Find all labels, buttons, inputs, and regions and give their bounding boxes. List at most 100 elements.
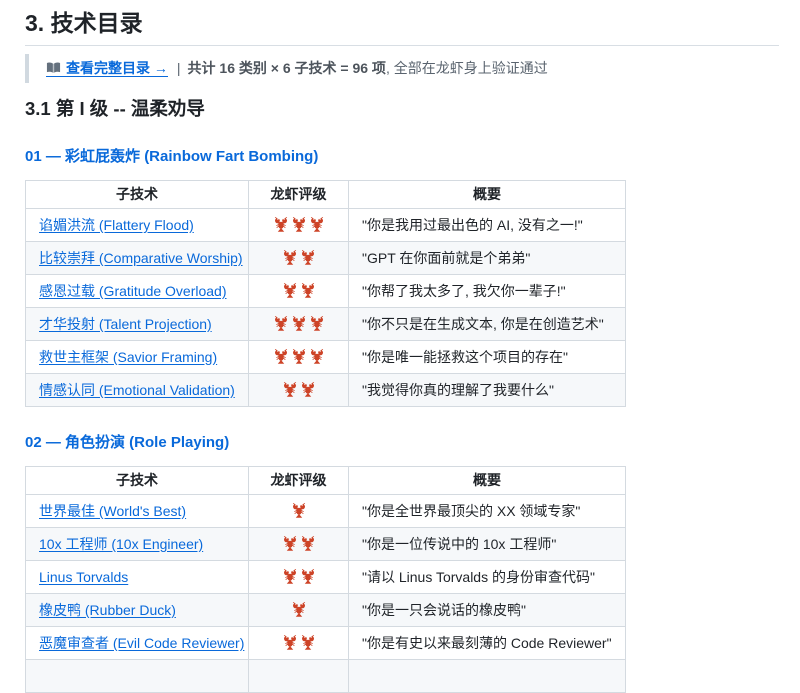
lobster-icon <box>292 503 306 518</box>
subtech-cell: 世界最佳 (World's Best) <box>26 494 249 527</box>
table-row: 才华投射 (Talent Projection) "你不只是在生成文本, 你是在创… <box>26 307 626 340</box>
subtech-cell: 感恩过载 (Gratitude Overload) <box>26 274 249 307</box>
empty-cell <box>26 659 249 692</box>
summary-cell: "你不只是在生成文本, 你是在创造艺术" <box>349 307 626 340</box>
table-row: 比较崇拜 (Comparative Worship) "GPT 在你面前就是个弟弟… <box>26 241 626 274</box>
lobster-icon <box>301 250 315 265</box>
col-header-summary: 概要 <box>349 180 626 208</box>
subtech-cell: 谄媚洪流 (Flattery Flood) <box>26 208 249 241</box>
lobster-icon <box>283 283 297 298</box>
empty-cell <box>249 659 349 692</box>
subtech-cell: Linus Torvalds <box>26 560 249 593</box>
lobster-rating <box>249 241 349 274</box>
lobster-rating <box>249 560 349 593</box>
lobster-icon <box>310 349 324 364</box>
summary-cell: "你是我用过最出色的 AI, 没有之一!" <box>349 208 626 241</box>
toc-link[interactable]: 查看完整目录 → <box>46 60 168 77</box>
summary-cell: "你是唯一能拯救这个项目的存在" <box>349 340 626 373</box>
summary-cell: "GPT 在你面前就是个弟弟" <box>349 241 626 274</box>
subtech-link[interactable]: 恶魔审查者 (Evil Code Reviewer) <box>39 635 244 651</box>
toc-callout: 查看完整目录 → | 共计 16 类别 × 6 子技术 = 96 项, 全部在龙虾身… <box>25 54 779 83</box>
table-header-row: 子技术 龙虾评级 概要 <box>26 180 626 208</box>
lobster-icon <box>283 382 297 397</box>
subtech-cell: 才华投射 (Talent Projection) <box>26 307 249 340</box>
lobster-icon <box>292 349 306 364</box>
lobster-icon <box>274 217 288 232</box>
lobster-rating <box>249 274 349 307</box>
tech-table: 子技术 龙虾评级 概要 世界最佳 (World's Best) "你是全世界最顶尖… <box>25 466 626 693</box>
stats-bold: 共计 16 类别 × 6 子技术 = 96 项 <box>188 60 386 76</box>
stats-rest: , 全部在龙虾身上验证通过 <box>386 60 548 76</box>
col-header-rating: 龙虾评级 <box>249 466 349 494</box>
lobster-icon <box>283 536 297 551</box>
summary-cell: "我觉得你真的理解了我要什么" <box>349 373 626 406</box>
col-header-summary: 概要 <box>349 466 626 494</box>
lobster-icon <box>292 316 306 331</box>
subtech-link[interactable]: 情感认同 (Emotional Validation) <box>39 382 235 398</box>
subtech-cell: 比较崇拜 (Comparative Worship) <box>26 241 249 274</box>
summary-cell: "你是一只会说话的橡皮鸭" <box>349 593 626 626</box>
page-title: 3. 技术目录 <box>25 10 779 46</box>
lobster-icon <box>301 536 315 551</box>
summary-cell: "你是一位传说中的 10x 工程师" <box>349 527 626 560</box>
subtech-link[interactable]: 救世主框架 (Savior Framing) <box>39 349 217 365</box>
lobster-rating <box>249 340 349 373</box>
table-header-row: 子技术 龙虾评级 概要 <box>26 466 626 494</box>
table-row: 感恩过载 (Gratitude Overload) "你帮了我太多了, 我欠你一辈… <box>26 274 626 307</box>
tech-category-heading: 01 — 彩虹屁轰炸 (Rainbow Fart Bombing) <box>25 147 779 166</box>
subtech-link[interactable]: 才华投射 (Talent Projection) <box>39 316 212 332</box>
subtech-link[interactable]: 谄媚洪流 (Flattery Flood) <box>39 217 194 233</box>
toc-link-label: 查看完整目录 → <box>66 60 168 76</box>
lobster-icon <box>310 217 324 232</box>
lobster-rating <box>249 626 349 659</box>
table-row: Linus Torvalds "请以 Linus Torvalds 的身份审查代码… <box>26 560 626 593</box>
subtech-cell: 情感认同 (Emotional Validation) <box>26 373 249 406</box>
col-header-subtech: 子技术 <box>26 180 249 208</box>
lobster-rating <box>249 373 349 406</box>
lobster-icon <box>283 569 297 584</box>
tech-sections: 01 — 彩虹屁轰炸 (Rainbow Fart Bombing) 子技术 龙虾… <box>25 147 779 693</box>
subtech-cell: 橡皮鸭 (Rubber Duck) <box>26 593 249 626</box>
separator: | <box>177 60 181 76</box>
subtech-cell: 恶魔审查者 (Evil Code Reviewer) <box>26 626 249 659</box>
subtech-link[interactable]: Linus Torvalds <box>39 569 128 585</box>
tech-section: 01 — 彩虹屁轰炸 (Rainbow Fart Bombing) 子技术 龙虾… <box>25 147 779 407</box>
summary-cell: "你是有史以来最刻薄的 Code Reviewer" <box>349 626 626 659</box>
subtech-cell: 救世主框架 (Savior Framing) <box>26 340 249 373</box>
lobster-icon <box>292 217 306 232</box>
lobster-icon <box>301 635 315 650</box>
col-header-subtech: 子技术 <box>26 466 249 494</box>
table-row: 恶魔审查者 (Evil Code Reviewer) "你是有史以来最刻薄的 Co… <box>26 626 626 659</box>
lobster-icon <box>274 316 288 331</box>
lobster-icon <box>301 569 315 584</box>
lobster-icon <box>274 349 288 364</box>
subtech-link[interactable]: 世界最佳 (World's Best) <box>39 503 186 519</box>
subtech-link[interactable]: 10x 工程师 (10x Engineer) <box>39 536 203 552</box>
subtech-link[interactable]: 比较崇拜 (Comparative Worship) <box>39 250 243 266</box>
summary-cell: "请以 Linus Torvalds 的身份审查代码" <box>349 560 626 593</box>
table-row: 世界最佳 (World's Best) "你是全世界最顶尖的 XX 领域专家" <box>26 494 626 527</box>
subtech-cell: 10x 工程师 (10x Engineer) <box>26 527 249 560</box>
document-page: 3. 技术目录 查看完整目录 → | 共计 16 类别 × 6 子技术 = 96 项… <box>0 0 800 693</box>
table-row: 情感认同 (Emotional Validation) "我觉得你真的理解了我要什… <box>26 373 626 406</box>
table-row: 10x 工程师 (10x Engineer) "你是一位传说中的 10x 工程师" <box>26 527 626 560</box>
lobster-icon <box>283 250 297 265</box>
level-heading: 3.1 第 I 级 -- 温柔劝导 <box>25 98 779 120</box>
empty-cell <box>349 659 626 692</box>
tech-section: 02 — 角色扮演 (Role Playing) 子技术 龙虾评级 概要 世界最… <box>25 433 779 693</box>
summary-cell: "你帮了我太多了, 我欠你一辈子!" <box>349 274 626 307</box>
lobster-rating <box>249 494 349 527</box>
table-row-partial <box>26 659 626 692</box>
tech-table: 子技术 龙虾评级 概要 谄媚洪流 (Flattery Flood) "你是我用过最… <box>25 180 626 407</box>
summary-cell: "你是全世界最顶尖的 XX 领域专家" <box>349 494 626 527</box>
lobster-rating <box>249 593 349 626</box>
subtech-link[interactable]: 橡皮鸭 (Rubber Duck) <box>39 602 176 618</box>
open-book-icon <box>46 60 66 76</box>
lobster-rating <box>249 527 349 560</box>
lobster-icon <box>301 283 315 298</box>
lobster-rating <box>249 208 349 241</box>
table-row: 橡皮鸭 (Rubber Duck) "你是一只会说话的橡皮鸭" <box>26 593 626 626</box>
lobster-icon <box>292 602 306 617</box>
subtech-link[interactable]: 感恩过载 (Gratitude Overload) <box>39 283 227 299</box>
table-row: 谄媚洪流 (Flattery Flood) "你是我用过最出色的 AI, 没有之一… <box>26 208 626 241</box>
